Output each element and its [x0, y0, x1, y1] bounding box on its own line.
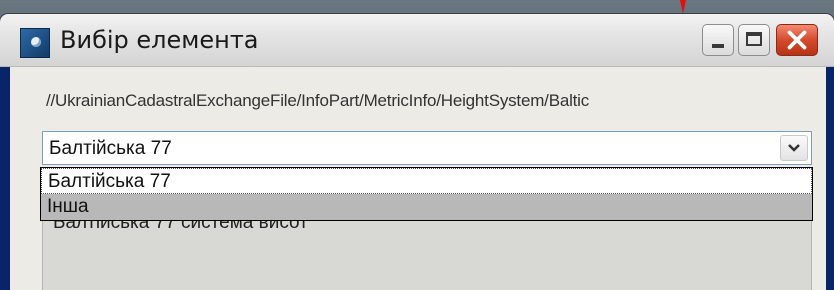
close-icon	[787, 30, 807, 50]
dropdown-option-other[interactable]: Інша	[41, 194, 812, 220]
combobox-selected-value: Балтійська 77	[49, 138, 172, 159]
title-bar[interactable]: Вибір елемента	[0, 14, 834, 67]
chevron-down-icon	[788, 144, 800, 152]
minimize-icon	[712, 44, 724, 48]
cursor-marker-icon	[680, 0, 686, 14]
minimize-button[interactable]	[702, 24, 734, 56]
maximize-icon	[746, 32, 762, 46]
app-icon	[20, 28, 50, 58]
description-area: Балтійська 77 система висот	[42, 219, 812, 290]
window-title: Вибір елемента	[60, 26, 259, 54]
combobox-dropdown-list: Балтійська 77 Інша	[40, 167, 813, 221]
description-text: Балтійська 77 система висот	[53, 219, 308, 233]
dialog-body: //UkrainianCadastralExchangeFile/InfoPar…	[10, 67, 826, 290]
height-system-combobox[interactable]: Балтійська 77	[42, 131, 812, 165]
maximize-button[interactable]	[738, 24, 770, 56]
close-button[interactable]	[776, 24, 818, 56]
combobox-dropdown-button[interactable]	[780, 135, 808, 161]
dialog-window: Вибір елемента //UkrainianCadastralExcha…	[0, 14, 834, 290]
dropdown-option-baltic-77[interactable]: Балтійська 77	[41, 168, 812, 194]
element-path-label: //UkrainianCadastralExchangeFile/InfoPar…	[46, 91, 590, 110]
